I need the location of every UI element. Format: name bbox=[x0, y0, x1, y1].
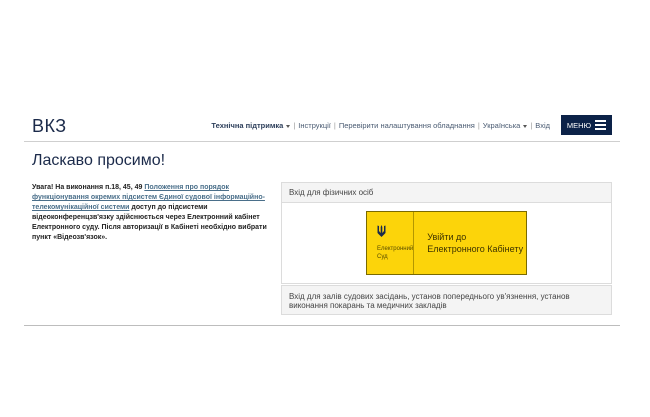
menu-button[interactable]: МЕНЮ bbox=[561, 115, 612, 135]
court-brand: Електронний Суд bbox=[367, 212, 415, 274]
top-nav: Технічна підтримка | Інструкції | Переві… bbox=[211, 121, 550, 130]
footer-divider bbox=[24, 325, 620, 326]
nav-tech-support[interactable]: Технічна підтримка bbox=[211, 121, 291, 130]
menu-label: МЕНЮ bbox=[566, 120, 592, 130]
individuals-panel-title: Вхід для фізичних осіб bbox=[282, 183, 611, 203]
header: ВКЗ Технічна підтримка | Інструкції | Пе… bbox=[24, 114, 620, 142]
nav-separator: | bbox=[530, 121, 533, 130]
logo[interactable]: ВКЗ bbox=[32, 116, 67, 137]
nav-separator: | bbox=[333, 121, 336, 130]
courtrooms-panel[interactable]: Вхід для залів судових засідань, установ… bbox=[281, 285, 612, 315]
chevron-down-icon bbox=[286, 124, 291, 128]
nav-login[interactable]: Вхід bbox=[535, 121, 550, 130]
hamburger-icon bbox=[595, 120, 607, 130]
court-brand-name: Електронний Суд bbox=[377, 246, 414, 260]
login-cabinet-label: Увійти до Електронного Кабінету bbox=[427, 232, 524, 254]
chevron-down-icon bbox=[523, 124, 528, 128]
trident-icon bbox=[377, 225, 413, 239]
nav-check-equipment[interactable]: Перевірити налаштування обладнання bbox=[339, 121, 475, 130]
nav-instructions[interactable]: Інструкції bbox=[298, 121, 331, 130]
nav-separator: | bbox=[293, 121, 296, 130]
nav-separator: | bbox=[477, 121, 480, 130]
notice-text: Увага! На виконання п.18, 45, 49 Положен… bbox=[32, 184, 267, 241]
individuals-panel-body: Електронний Суд Увійти до Електронного К… bbox=[282, 203, 611, 283]
login-cabinet-button[interactable]: Електронний Суд Увійти до Електронного К… bbox=[366, 211, 527, 275]
nav-language[interactable]: Українська bbox=[483, 121, 528, 130]
individuals-panel: Вхід для фізичних осіб Електронний Суд У… bbox=[281, 182, 612, 284]
page-title: Ласкаво просимо! bbox=[32, 152, 166, 169]
